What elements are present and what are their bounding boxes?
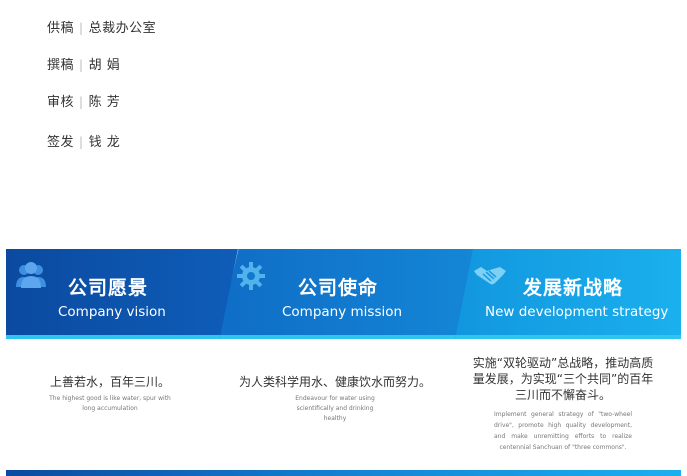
mission-panel: 公司使命 Company mission xyxy=(218,249,473,339)
credit-line: 撰稿 | 胡 娟 xyxy=(47,54,120,73)
vision-text-cn: 上善若水，百年三川。 xyxy=(49,375,170,389)
mission-text-cn: 为人类科学用水、健康饮水而努力。 xyxy=(238,375,431,389)
credit-value: 总裁办公室 xyxy=(88,21,157,36)
credit-label: 审核 xyxy=(47,95,75,110)
mission-text-en: Endeavour for water using scientifically… xyxy=(295,395,375,422)
credit-value: 钱 龙 xyxy=(88,135,121,150)
credit-label: 供稿 xyxy=(47,21,75,36)
strategy-text-en: Implement general strategy of "two-wheel… xyxy=(494,411,632,451)
credit-separator: | xyxy=(79,95,84,109)
panel-accent-strip xyxy=(218,335,473,339)
panel-title: 公司愿景 xyxy=(68,277,149,299)
credit-line: 签发 | 钱 龙 xyxy=(47,131,120,150)
bottom-banner-edge xyxy=(6,470,681,476)
credit-value: 胡 娟 xyxy=(88,58,121,73)
strategy-panel: 发展新战略 New development strategy xyxy=(451,249,681,339)
vision-description: 上善若水，百年三川。 The highest good is like wate… xyxy=(30,374,190,414)
credit-separator: | xyxy=(79,58,84,72)
panel-accent-strip xyxy=(6,335,238,339)
gear-icon xyxy=(237,262,265,290)
strategy-description: 实施“双轮驱动”总战略，推动高质量发展，为实现“三个共同”的百年三川而不懈奋斗。… xyxy=(468,355,658,453)
credit-value: 陈 芳 xyxy=(88,95,121,110)
handshake-icon xyxy=(474,267,506,285)
strategy-text-cn: 实施“双轮驱动”总战略，推动高质量发展，为实现“三个共同”的百年三川而不懈奋斗。 xyxy=(472,356,654,402)
panel-subtitle: Company mission xyxy=(282,304,403,320)
panel-title: 发展新战略 xyxy=(523,277,624,299)
credit-separator: | xyxy=(79,135,84,149)
people-icon xyxy=(16,262,46,288)
values-banner: 公司愿景 Company vision 公司使命 Company mission xyxy=(6,249,681,339)
vision-text-en: The highest good is like water, spur wit… xyxy=(49,395,171,412)
panel-subtitle: Company vision xyxy=(58,304,166,320)
credit-label: 签发 xyxy=(47,135,75,150)
credit-label: 撰稿 xyxy=(47,58,75,73)
credit-separator: | xyxy=(79,21,84,35)
vision-panel: 公司愿景 Company vision xyxy=(6,249,238,339)
panel-subtitle: New development strategy xyxy=(485,304,669,320)
panel-title: 公司使命 xyxy=(298,277,379,299)
panel-accent-strip xyxy=(451,335,681,339)
mission-description: 为人类科学用水、健康饮水而努力。 Endeavour for water usi… xyxy=(235,374,435,424)
credit-line: 供稿 | 总裁办公室 xyxy=(47,17,156,36)
credit-line: 审核 | 陈 芳 xyxy=(47,91,120,110)
